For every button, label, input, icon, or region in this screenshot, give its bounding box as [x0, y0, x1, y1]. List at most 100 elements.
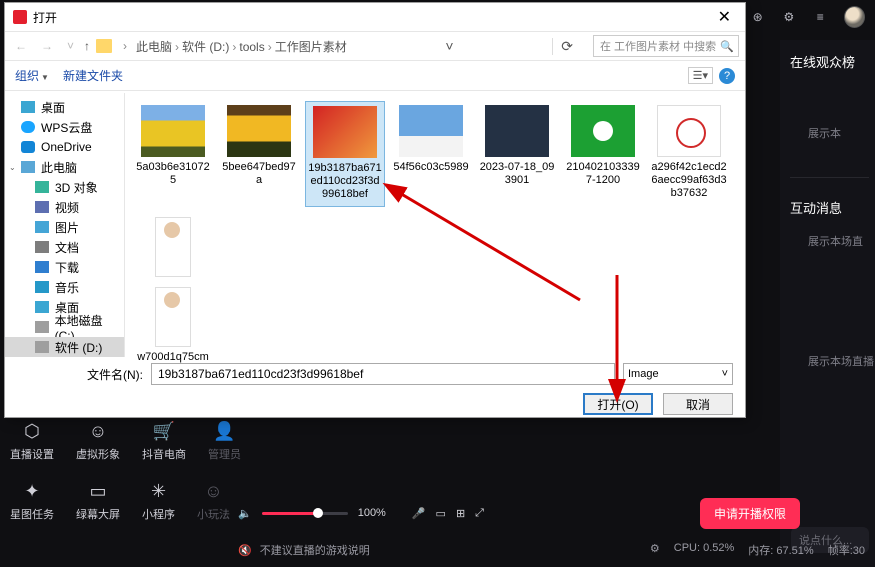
- tree-item-label: 视频: [55, 199, 79, 216]
- help-button[interactable]: ?: [719, 68, 735, 84]
- mem-usage: 内存: 67.51%: [748, 542, 813, 558]
- doc-icon: [35, 241, 49, 253]
- toolbar-label: 抖音电商: [142, 446, 186, 462]
- file-item[interactable]: a296f42c1ecd26aecc99af63d3b37632: [649, 101, 729, 207]
- file-item[interactable]: 5a03b6e310725: [133, 101, 213, 207]
- toolbar-icon: 👤: [214, 420, 236, 442]
- tree-item-label: 3D 对象: [55, 179, 98, 196]
- nav-up[interactable]: ↑: [84, 39, 90, 53]
- disk-icon: [35, 321, 49, 333]
- right-panel: 在线观众榜 展示本 互动消息 展示本场直 展示本场直播: [780, 40, 875, 567]
- folder-icon: [96, 39, 112, 53]
- tree-item-label: 图片: [55, 219, 79, 236]
- tree-item[interactable]: ⌄此电脑: [5, 157, 124, 177]
- breadcrumb-item[interactable]: 此电脑: [136, 40, 172, 54]
- screen-icon[interactable]: ▭: [436, 507, 446, 520]
- file-name: 5a03b6e310725: [135, 161, 211, 187]
- tree-item[interactable]: 3D 对象: [5, 177, 124, 197]
- toolbar-icon: 🛒: [153, 420, 175, 442]
- pc-icon: [21, 161, 35, 173]
- file-thumb: [141, 105, 205, 157]
- dialog-nav: ← → ˅ ↑ › 此电脑›软件 (D:)›tools›工作图片素材 ˅ ⟳ 在…: [5, 31, 745, 61]
- toolbar-星图任务[interactable]: ✦星图任务: [10, 480, 54, 522]
- audience-hint: 展示本: [808, 125, 875, 141]
- toolbar-虚拟形象[interactable]: ☺虚拟形象: [76, 420, 120, 462]
- toolbar-label: 虚拟形象: [76, 446, 120, 462]
- file-grid[interactable]: 5a03b6e310725 5bee647bed97a19b3187ba671ed…: [125, 93, 745, 357]
- refresh-button[interactable]: ⟳: [552, 38, 581, 55]
- open-button[interactable]: 打开(O): [583, 393, 653, 415]
- status-bar: 🔇 不建议直播的游戏说明 ⚙ CPU: 0.52% 内存: 67.51% 帧率:…: [238, 540, 865, 560]
- file-item[interactable]: 5bee647bed97a: [219, 101, 299, 207]
- desktop-icon: [35, 301, 49, 313]
- view-menu[interactable]: ☰▾: [688, 67, 713, 84]
- breadcrumb-item[interactable]: tools: [239, 40, 264, 54]
- toolbar-小玩法[interactable]: ☺小玩法: [197, 480, 230, 522]
- app-header: ⊛ ⚙ ≡: [750, 6, 865, 28]
- toolbar-label: 小玩法: [197, 506, 230, 522]
- nav-forward[interactable]: →: [37, 39, 57, 53]
- close-button[interactable]: ✕: [712, 7, 737, 27]
- expand-icon[interactable]: ⤢: [475, 507, 484, 520]
- new-folder-button[interactable]: 新建文件夹: [63, 67, 123, 84]
- menu-icon[interactable]: ≡: [813, 9, 828, 25]
- tree-item[interactable]: 视频: [5, 197, 124, 217]
- avatar[interactable]: [844, 6, 865, 28]
- breadcrumb-item[interactable]: 工作图片素材: [275, 40, 347, 54]
- volume-icon[interactable]: 🔈: [238, 507, 252, 520]
- filename-label: 文件名(N):: [87, 366, 143, 383]
- organize-menu[interactable]: 组织▼: [15, 67, 49, 84]
- file-item[interactable]: 2023-07-18_093901: [477, 101, 557, 207]
- file-item[interactable]: 54f56c03c5989: [391, 101, 471, 207]
- file-thumb: [399, 105, 463, 157]
- toolbar-抖音电商[interactable]: 🛒 抖音电商: [142, 420, 186, 462]
- tree-item-label: 文档: [55, 239, 79, 256]
- file-name: 19b3187ba671ed110cd23f3d99618bef: [308, 162, 382, 202]
- filetype-select[interactable]: Image˅: [623, 363, 733, 385]
- tree-item[interactable]: 图片: [5, 217, 124, 237]
- grid-icon[interactable]: ⊞: [456, 507, 465, 520]
- file-item[interactable]: 19b3187ba671ed110cd23f3d99618bef: [305, 101, 385, 207]
- tree-item[interactable]: 下载: [5, 257, 124, 277]
- toolbar-管理员[interactable]: 👤管理员: [208, 420, 241, 462]
- toolbar-绿幕大屏[interactable]: ▭绿幕大屏: [76, 480, 120, 522]
- mic-icon[interactable]: 🎤: [412, 507, 426, 520]
- nav-back[interactable]: ←: [11, 39, 31, 53]
- search-input[interactable]: 在 工作图片素材 中搜索 🔍: [593, 35, 739, 57]
- tree-item-label: 桌面: [41, 99, 65, 116]
- file-item[interactable]: 2104021033397-1200: [563, 101, 643, 207]
- status-gear-icon[interactable]: ⚙: [650, 542, 660, 558]
- toolbar-直播设置[interactable]: ⬡直播设置: [10, 420, 54, 462]
- file-name: a296f42c1ecd26aecc99af63d3b37632: [651, 161, 727, 201]
- nav-recent[interactable]: ˅: [63, 39, 78, 53]
- toolbar-row-2: ✦星图任务 ▭绿幕大屏 ✳小程序 ☺小玩法: [10, 480, 230, 522]
- toolbar-label: 星图任务: [10, 506, 54, 522]
- apply-stream-button[interactable]: 申请开播权限: [700, 498, 800, 529]
- file-thumb: [485, 105, 549, 157]
- file-item[interactable]: w700d1q75cms: [133, 207, 213, 381]
- volume-slider[interactable]: [262, 512, 348, 515]
- toolbar-小程序[interactable]: ✳小程序: [142, 480, 175, 522]
- folder-tree[interactable]: 桌面WPS云盘OneDrive⌄此电脑3D 对象视频图片文档下载音乐桌面本地磁盘…: [5, 93, 125, 357]
- fps: 帧率:30: [828, 542, 865, 558]
- status-msg: 不建议直播的游戏说明: [260, 542, 370, 558]
- activity-icon[interactable]: ⊛: [750, 9, 765, 25]
- dialog-footer: 文件名(N): Image˅ 打开(O) 取消: [5, 357, 745, 417]
- tree-item[interactable]: 软件 (D:): [5, 337, 124, 357]
- tree-item[interactable]: WPS云盘: [5, 117, 124, 137]
- tree-item[interactable]: 音乐: [5, 277, 124, 297]
- tree-item[interactable]: 文档: [5, 237, 124, 257]
- breadcrumb-item[interactable]: 软件 (D:): [182, 40, 229, 54]
- path-dropdown[interactable]: ˅: [437, 38, 461, 54]
- tree-item-label: 下载: [55, 259, 79, 276]
- file-name: 54f56c03c5989: [393, 161, 468, 174]
- tree-item[interactable]: 本地磁盘 (C:): [5, 317, 124, 337]
- filename-input[interactable]: [151, 363, 615, 385]
- cancel-button[interactable]: 取消: [663, 393, 733, 415]
- playback-bar: 🔈 100% 🎤 ▭ ⊞ ⤢: [238, 500, 484, 526]
- tree-item[interactable]: OneDrive: [5, 137, 124, 157]
- settings-icon[interactable]: ⚙: [781, 9, 796, 25]
- volume-percent: 100%: [358, 507, 386, 519]
- breadcrumb[interactable]: 此电脑›软件 (D:)›tools›工作图片素材: [136, 38, 347, 55]
- tree-item[interactable]: 桌面: [5, 97, 124, 117]
